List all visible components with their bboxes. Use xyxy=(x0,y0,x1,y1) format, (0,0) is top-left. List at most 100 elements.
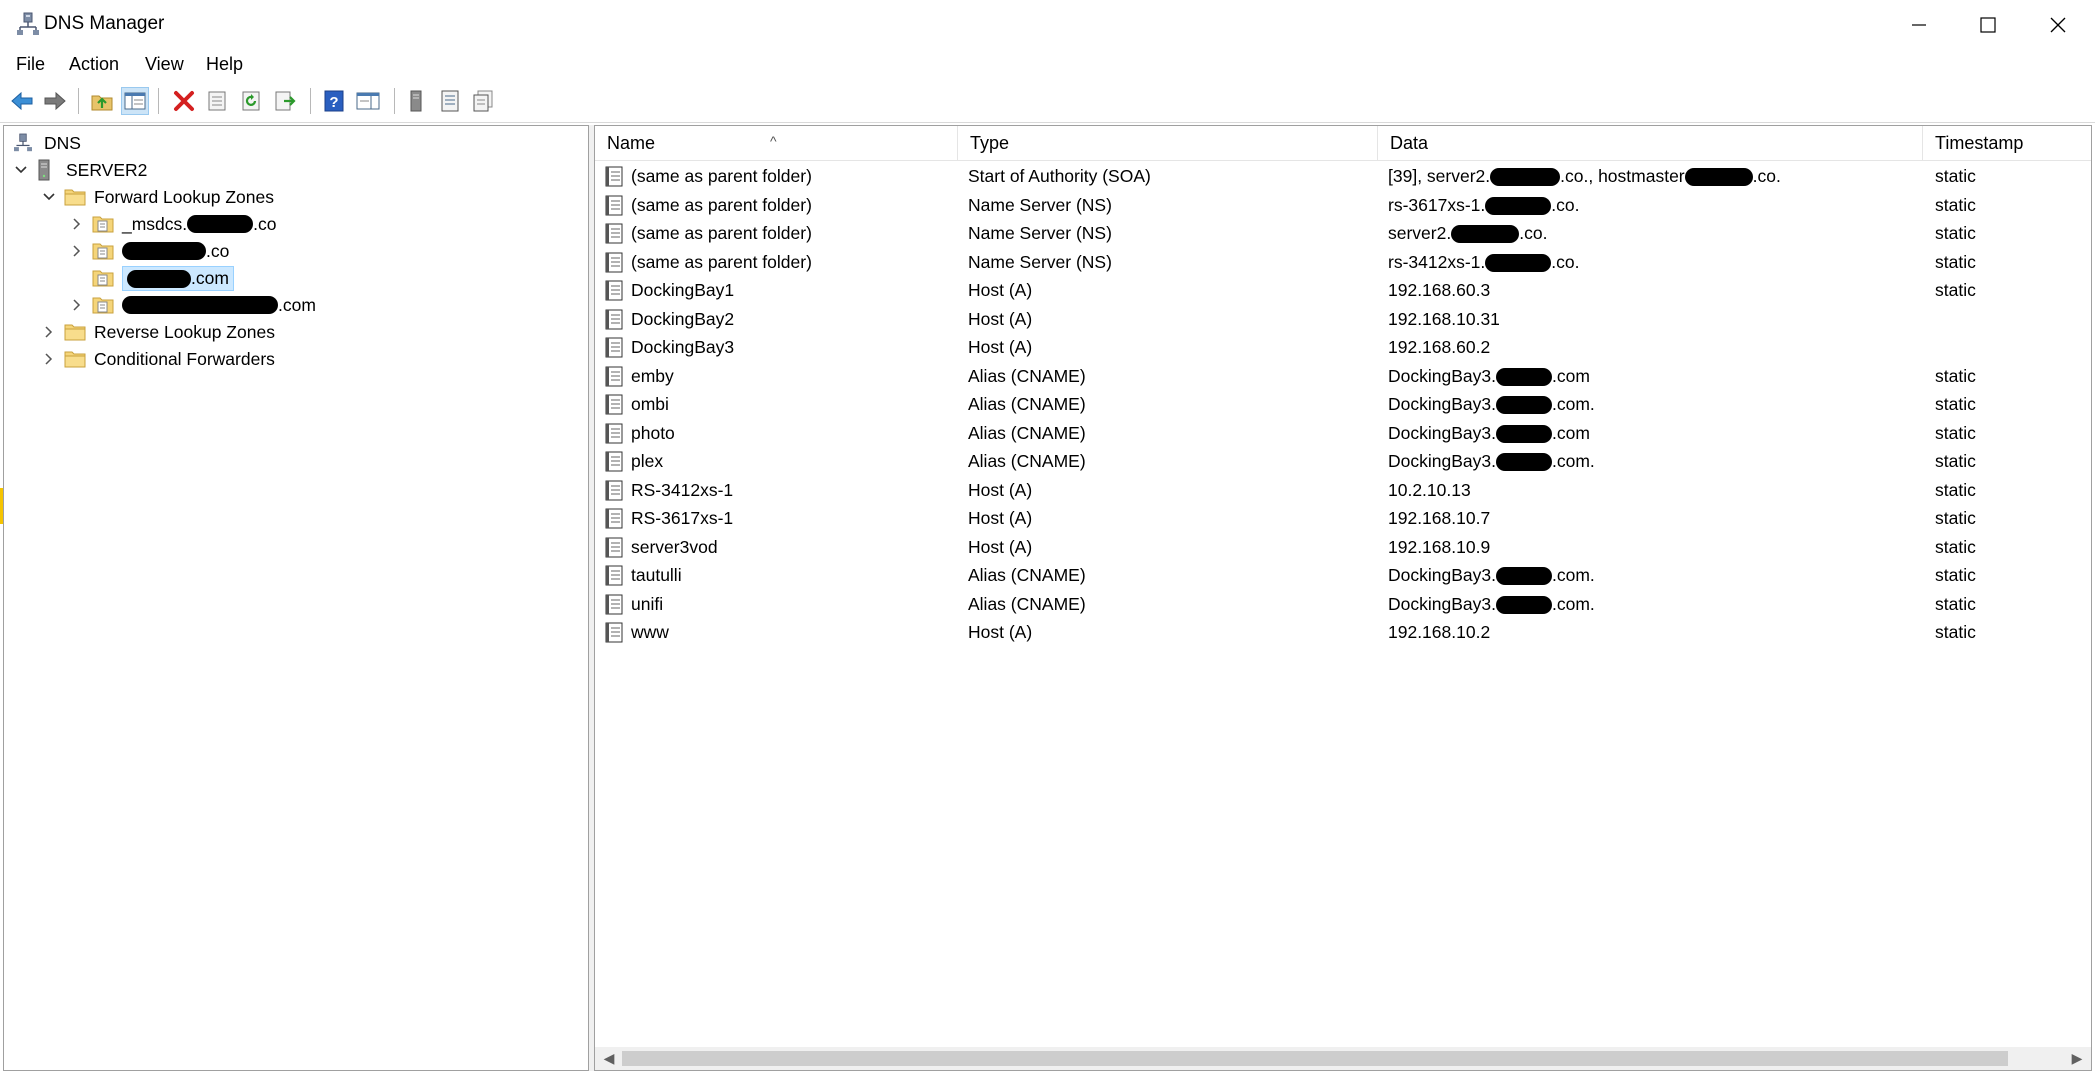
menu-help[interactable]: Help xyxy=(206,54,243,75)
table-row[interactable]: DockingBay3 Host (A) 192.168.60.2 xyxy=(595,333,2091,362)
server-icon xyxy=(36,159,60,181)
table-row[interactable]: DockingBay1 Host (A) 192.168.60.3 static xyxy=(595,276,2091,305)
record-type: Alias (CNAME) xyxy=(968,394,1086,414)
tree-node-zone-msdcs[interactable]: _msdcs. .co xyxy=(68,211,277,237)
export-list-button[interactable] xyxy=(272,87,300,115)
chevron-right-icon[interactable] xyxy=(40,319,58,345)
chevron-right-icon[interactable] xyxy=(68,292,86,318)
zone-folder-icon xyxy=(92,267,116,289)
record-type: Host (A) xyxy=(968,508,1033,528)
up-folder-icon xyxy=(91,95,113,111)
tree-node-label-suffix: .com xyxy=(278,294,316,315)
record-timestamp: static xyxy=(1935,194,1976,215)
delete-x-icon xyxy=(174,91,194,111)
record-timestamp: static xyxy=(1935,422,1976,443)
record-data: [39], server2. .co., hostmaster .co. xyxy=(1388,166,1781,187)
close-button[interactable] xyxy=(2023,0,2093,50)
toolbar-separator xyxy=(158,88,159,114)
chevron-right-icon[interactable] xyxy=(68,211,86,237)
column-header-name[interactable]: Name ^ xyxy=(595,126,958,160)
table-row[interactable]: RS-3412xs-1 Host (A) 10.2.10.13 static xyxy=(595,476,2091,505)
chevron-down-icon[interactable] xyxy=(40,184,58,210)
record-icon xyxy=(605,594,623,614)
toolbar-separator xyxy=(394,88,395,114)
back-button[interactable] xyxy=(8,87,36,115)
record-timestamp: static xyxy=(1935,536,1976,557)
table-row[interactable]: unifi Alias (CNAME) DockingBay3. .com. st… xyxy=(595,590,2091,619)
minimize-button[interactable] xyxy=(1884,0,1954,50)
record-list-button[interactable] xyxy=(436,87,464,115)
console-tree-icon xyxy=(124,92,146,110)
record-name: tautulli xyxy=(631,565,682,585)
redaction-mark xyxy=(1490,168,1561,187)
table-row[interactable]: DockingBay2 Host (A) 192.168.10.31 xyxy=(595,305,2091,334)
table-row[interactable]: www Host (A) 192.168.10.2 static xyxy=(595,618,2091,647)
refresh-button[interactable] xyxy=(238,87,266,115)
toolbar: ? xyxy=(0,80,2095,123)
column-header-type[interactable]: Type xyxy=(958,126,1378,160)
tree-node-zone-com-selected[interactable]: .com xyxy=(68,265,234,291)
tree-node-label: Reverse Lookup Zones xyxy=(94,321,275,342)
horizontal-scrollbar[interactable]: ◀ ▶ xyxy=(595,1047,2091,1070)
tree-node-label-suffix: .co xyxy=(206,240,230,261)
table-row[interactable]: ombi Alias (CNAME) DockingBay3. .com. sta… xyxy=(595,390,2091,419)
back-arrow-icon xyxy=(11,91,33,111)
column-header-data[interactable]: Data xyxy=(1378,126,1923,160)
scroll-right-icon[interactable]: ▶ xyxy=(2067,1047,2087,1070)
menu-file[interactable]: File xyxy=(16,54,45,75)
table-row[interactable]: tautulli Alias (CNAME) DockingBay3. .com.… xyxy=(595,561,2091,590)
chevron-right-icon[interactable] xyxy=(68,238,86,264)
table-row[interactable]: (same as parent folder) Name Server (NS)… xyxy=(595,219,2091,248)
table-row[interactable]: emby Alias (CNAME) DockingBay3. .com stat… xyxy=(595,362,2091,391)
help-button[interactable]: ? xyxy=(320,87,348,115)
table-row[interactable]: server3vod Host (A) 192.168.10.9 static xyxy=(595,533,2091,562)
tree-node-reverse-lookup-zones[interactable]: Reverse Lookup Zones xyxy=(40,319,275,345)
table-row[interactable]: (same as parent folder) Name Server (NS)… xyxy=(595,191,2091,220)
record-icon xyxy=(605,451,623,472)
maximize-button[interactable] xyxy=(1953,0,2023,50)
forward-arrow-icon xyxy=(44,91,66,111)
server-view-button[interactable] xyxy=(402,87,430,115)
record-name: plex xyxy=(631,451,664,471)
delete-button[interactable] xyxy=(170,87,198,115)
forward-button[interactable] xyxy=(41,87,69,115)
record-timestamp: static xyxy=(1935,394,1976,414)
tree-node-zone-com-2[interactable]: .com xyxy=(68,292,316,318)
table-row[interactable]: RS-3617xs-1 Host (A) 192.168.10.7 static xyxy=(595,504,2091,533)
up-one-level-button[interactable] xyxy=(88,87,116,115)
record-icon xyxy=(605,394,623,415)
table-row[interactable]: (same as parent folder) Start of Authori… xyxy=(595,162,2091,191)
record-icon xyxy=(605,622,623,643)
record-type: Host (A) xyxy=(968,337,1033,357)
folder-icon xyxy=(64,348,88,370)
scroll-left-icon[interactable]: ◀ xyxy=(599,1047,619,1070)
tree-node-label: _msdcs. xyxy=(122,213,188,234)
properties-button[interactable] xyxy=(203,87,231,115)
show-hide-console-tree-button[interactable] xyxy=(121,87,149,115)
menu-view[interactable]: View xyxy=(145,54,184,75)
record-timestamp: static xyxy=(1935,451,1976,471)
folder-icon xyxy=(64,186,88,208)
column-header-timestamp[interactable]: Timestamp xyxy=(1923,126,2091,160)
record-type: Start of Authority (SOA) xyxy=(968,166,1151,186)
window-title: DNS Manager xyxy=(44,13,165,34)
scrollbar-thumb[interactable] xyxy=(622,1051,2008,1066)
tree-node-forward-lookup-zones[interactable]: Forward Lookup Zones xyxy=(40,184,274,210)
table-row[interactable]: photo Alias (CNAME) DockingBay3. .com sta… xyxy=(595,419,2091,448)
tree-node-server2[interactable]: SERVER2 xyxy=(12,157,147,183)
tree-node-label-suffix: .co xyxy=(253,213,277,234)
record-name: DockingBay2 xyxy=(631,308,735,329)
tree-node-dns[interactable]: DNS xyxy=(14,130,81,156)
redaction-mark xyxy=(122,296,278,314)
tree-node-label: Conditional Forwarders xyxy=(94,348,275,369)
copy-records-button[interactable] xyxy=(469,87,497,115)
menu-action[interactable]: Action xyxy=(69,54,119,75)
tree-node-zone-co[interactable]: .co xyxy=(68,238,229,264)
table-row[interactable]: (same as parent folder) Name Server (NS)… xyxy=(595,248,2091,277)
table-row[interactable]: plex Alias (CNAME) DockingBay3. .com. sta… xyxy=(595,447,2091,476)
chevron-down-icon[interactable] xyxy=(12,157,30,183)
show-action-pane-button[interactable] xyxy=(354,87,382,115)
chevron-right-icon[interactable] xyxy=(40,346,58,372)
record-icon xyxy=(605,565,623,586)
tree-node-conditional-forwarders[interactable]: Conditional Forwarders xyxy=(40,346,275,372)
